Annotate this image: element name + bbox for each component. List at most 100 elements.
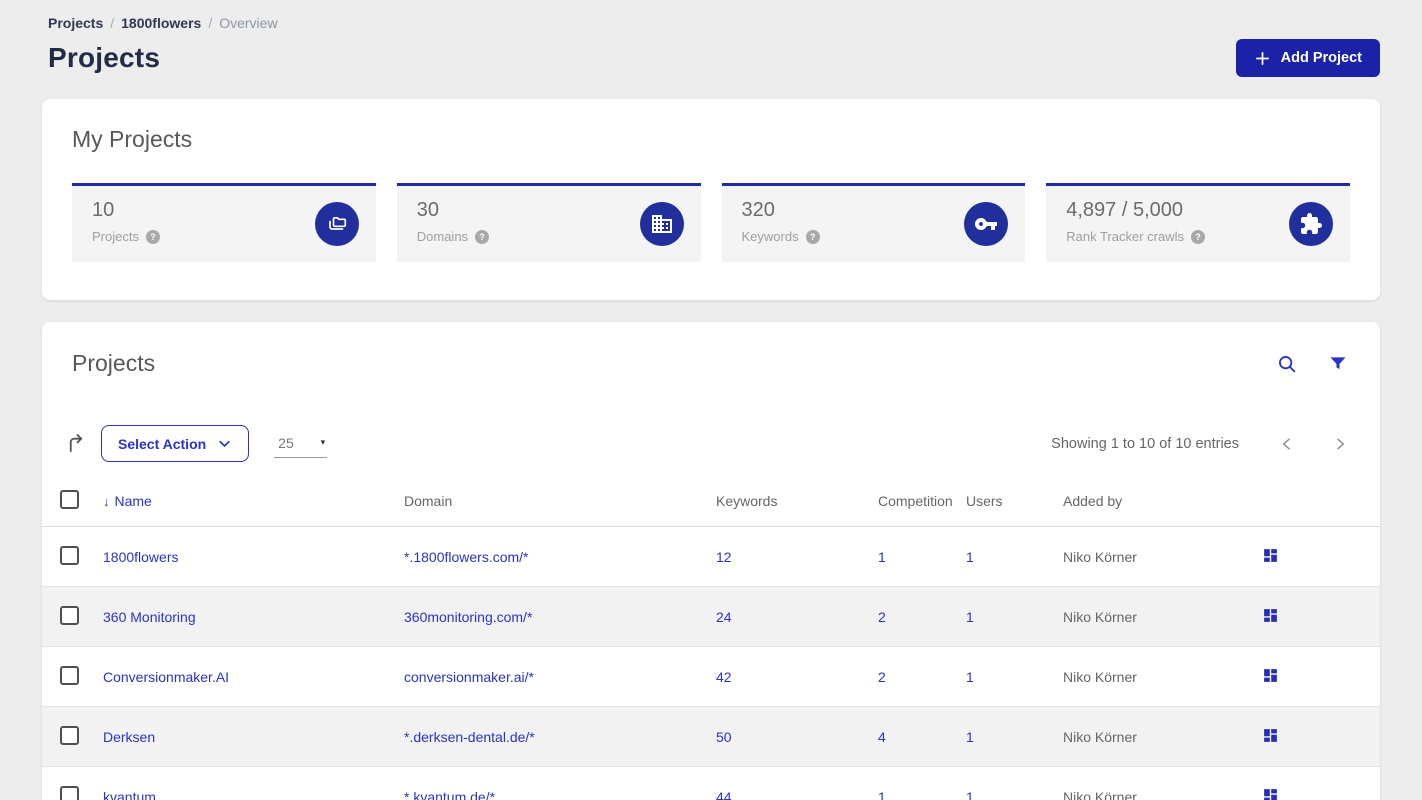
competition-value: 4 — [878, 706, 966, 767]
breadcrumb-separator: / — [208, 15, 213, 31]
page-title: Projects — [48, 42, 161, 73]
breadcrumb-project-name[interactable]: 1800flowers — [121, 15, 201, 31]
users-value: 1 — [966, 646, 1063, 707]
page-size-select[interactable]: 25 ▾ — [274, 430, 328, 458]
stat-projects: 10 Projects ? — [72, 183, 376, 262]
breadcrumb-overview: Overview — [219, 15, 278, 31]
added-by-value: Niko Körner — [1063, 526, 1240, 587]
table-row[interactable]: 360 Monitoring 360monitoring.com/* 24 2 … — [42, 586, 1380, 647]
keywords-value: 50 — [716, 706, 878, 767]
breadcrumb: Projects / 1800flowers / Overview — [42, 0, 1380, 31]
projects-table: ↓ Name Domain Keywords Competition Users … — [42, 475, 1380, 800]
help-icon[interactable]: ? — [805, 229, 820, 244]
add-project-button[interactable]: Add Project — [1235, 39, 1380, 77]
stats-row: 10 Projects ? 30 Domains ? 320 Keywords … — [72, 183, 1350, 262]
column-header-users[interactable]: Users — [966, 475, 1063, 527]
stat-domains-label: Domains — [416, 229, 469, 244]
project-domain-link[interactable]: *.1800flowers.com/* — [404, 549, 529, 565]
table-header-row: ↓ Name Domain Keywords Competition Users … — [42, 475, 1380, 527]
stat-keywords: 320 Keywords ? — [721, 183, 1026, 262]
page: Projects / 1800flowers / Overview Projec… — [0, 0, 1422, 800]
select-all-checkbox[interactable] — [60, 490, 79, 509]
my-projects-title: My Projects — [72, 126, 193, 152]
my-projects-card: My Projects 10 Projects ? 30 Domains ? 3… — [42, 99, 1380, 300]
select-caret-icon: ▾ — [320, 437, 326, 447]
column-header-actions — [1240, 475, 1380, 527]
competition-value: 1 — [878, 766, 966, 800]
row-checkbox[interactable] — [60, 666, 79, 685]
added-by-value: Niko Körner — [1063, 646, 1240, 707]
competition-value: 2 — [878, 586, 966, 647]
keywords-value: 12 — [716, 526, 878, 587]
select-action-label: Select Action — [118, 435, 207, 452]
breadcrumb-projects[interactable]: Projects — [48, 15, 103, 31]
help-icon[interactable]: ? — [145, 229, 160, 244]
help-icon[interactable]: ? — [1191, 229, 1205, 244]
column-header-name[interactable]: ↓ Name — [103, 475, 404, 527]
plus-icon — [1254, 50, 1271, 67]
dashboard-icon[interactable] — [1240, 607, 1279, 624]
project-name-link[interactable]: 360 Monitoring — [103, 609, 196, 625]
users-value: 1 — [966, 586, 1063, 647]
project-name-link[interactable]: 1800flowers — [103, 549, 179, 565]
added-by-value: Niko Körner — [1063, 586, 1240, 647]
projects-panel: Projects Select Action 25 ▾ Showing 1 to… — [42, 322, 1380, 800]
sort-down-icon: ↓ — [103, 494, 110, 509]
column-header-competition[interactable]: Competition — [878, 475, 966, 527]
row-checkbox[interactable] — [60, 546, 79, 565]
breadcrumb-separator: / — [110, 15, 115, 31]
puzzle-icon — [1289, 202, 1333, 246]
users-value: 1 — [966, 766, 1063, 800]
stat-crawls-label: Rank Tracker crawls — [1066, 229, 1184, 244]
project-domain-link[interactable]: *.derksen-dental.de/* — [404, 729, 535, 745]
chevron-right-icon[interactable] — [1330, 434, 1350, 454]
project-domain-link[interactable]: *.kvantum.de/* — [404, 789, 495, 800]
projects-table-body: 1800flowers *.1800flowers.com/* 12 1 1 N… — [42, 526, 1380, 800]
building-icon — [639, 202, 684, 246]
project-name-link[interactable]: kvantum — [103, 789, 156, 800]
dashboard-icon[interactable] — [1240, 667, 1279, 684]
column-header-keywords[interactable]: Keywords — [716, 475, 878, 527]
row-checkbox[interactable] — [60, 786, 79, 800]
added-by-value: Niko Körner — [1063, 706, 1240, 767]
projects-folders-icon — [314, 202, 359, 246]
export-arrow-icon[interactable] — [65, 432, 88, 455]
search-icon[interactable] — [1276, 353, 1298, 375]
dashboard-icon[interactable] — [1240, 547, 1279, 564]
competition-value: 1 — [878, 526, 966, 587]
stat-keywords-label: Keywords — [741, 229, 799, 244]
stat-rank-tracker-crawls: 4,897 / 5,000 Rank Tracker crawls ? — [1046, 183, 1350, 262]
dashboard-icon[interactable] — [1240, 787, 1279, 800]
page-size-value: 25 — [278, 434, 294, 451]
pagination-status: Showing 1 to 10 of 10 entries — [1051, 435, 1239, 452]
help-icon[interactable]: ? — [475, 229, 490, 244]
add-project-label: Add Project — [1280, 50, 1362, 66]
stat-projects-label: Projects — [92, 229, 139, 244]
table-row[interactable]: kvantum *.kvantum.de/* 44 1 1 Niko Körne… — [42, 766, 1380, 800]
table-toolbar: Select Action 25 ▾ Showing 1 to 10 of 10… — [42, 425, 1380, 462]
added-by-value: Niko Körner — [1063, 766, 1240, 800]
row-checkbox[interactable] — [60, 606, 79, 625]
project-name-link[interactable]: Conversionmaker.AI — [103, 669, 229, 685]
row-checkbox[interactable] — [60, 726, 79, 745]
project-domain-link[interactable]: 360monitoring.com/* — [404, 609, 532, 625]
chevron-down-icon — [217, 436, 232, 451]
page-header: Projects Add Project — [42, 39, 1380, 77]
filter-icon[interactable] — [1328, 354, 1348, 374]
chevron-left-icon[interactable] — [1277, 434, 1297, 454]
dashboard-icon[interactable] — [1240, 727, 1279, 744]
keywords-value: 44 — [716, 766, 878, 800]
project-name-link[interactable]: Derksen — [103, 729, 155, 745]
table-row[interactable]: Derksen *.derksen-dental.de/* 50 4 1 Nik… — [42, 706, 1380, 767]
keywords-value: 24 — [716, 586, 878, 647]
table-row[interactable]: 1800flowers *.1800flowers.com/* 12 1 1 N… — [42, 526, 1380, 587]
column-header-added-by[interactable]: Added by — [1063, 475, 1240, 527]
competition-value: 2 — [878, 646, 966, 707]
select-action-button[interactable]: Select Action — [101, 425, 250, 462]
column-header-domain[interactable]: Domain — [404, 475, 716, 527]
stat-domains: 30 Domains ? — [396, 183, 701, 262]
table-row[interactable]: Conversionmaker.AI conversionmaker.ai/* … — [42, 646, 1380, 707]
users-value: 1 — [966, 706, 1063, 767]
key-icon — [964, 202, 1009, 246]
project-domain-link[interactable]: conversionmaker.ai/* — [404, 669, 534, 685]
